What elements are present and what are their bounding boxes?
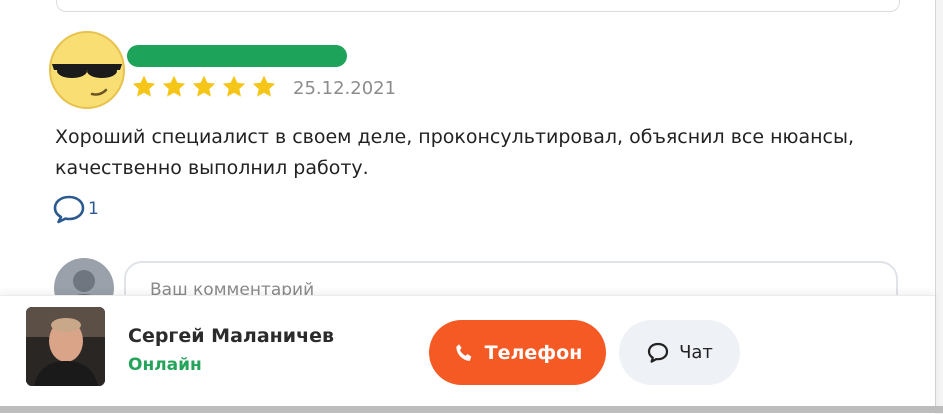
reviewer-avatar-sunglasses-icon (49, 31, 125, 109)
specialist-contact-bar: Сергей Маланичев Онлайн Телефон Чат (0, 295, 935, 414)
review-text: Хороший специалист в своем деле, проконс… (55, 126, 855, 179)
star-icon (162, 75, 186, 97)
chat-bubble-icon (647, 342, 669, 363)
specialist-photo-image (26, 307, 105, 386)
star-icon (222, 75, 246, 97)
star-icon (132, 75, 156, 97)
phone-button[interactable]: Телефон (429, 320, 606, 385)
rating-stars (131, 74, 277, 100)
star-icon (192, 75, 216, 97)
comment-count[interactable]: 1 (88, 199, 99, 219)
specialist-name: Сергей Маланичев (128, 325, 335, 347)
chat-button[interactable]: Чат (619, 320, 740, 385)
star-icon (252, 75, 276, 97)
phone-icon (455, 343, 471, 361)
chat-button-label: Чат (679, 342, 713, 363)
previous-review-card (56, 0, 900, 12)
review-page: 25.12.2021 Хороший специалист в своем де… (0, 0, 936, 414)
phone-button-label: Телефон (484, 341, 583, 364)
reviewer-name-redacted (127, 45, 347, 67)
comment-bubble-icon[interactable] (52, 193, 86, 225)
online-status: Онлайн (128, 355, 202, 375)
review-date: 25.12.2021 (293, 78, 397, 99)
specialist-photo (26, 307, 105, 386)
bottom-edge (0, 406, 943, 413)
